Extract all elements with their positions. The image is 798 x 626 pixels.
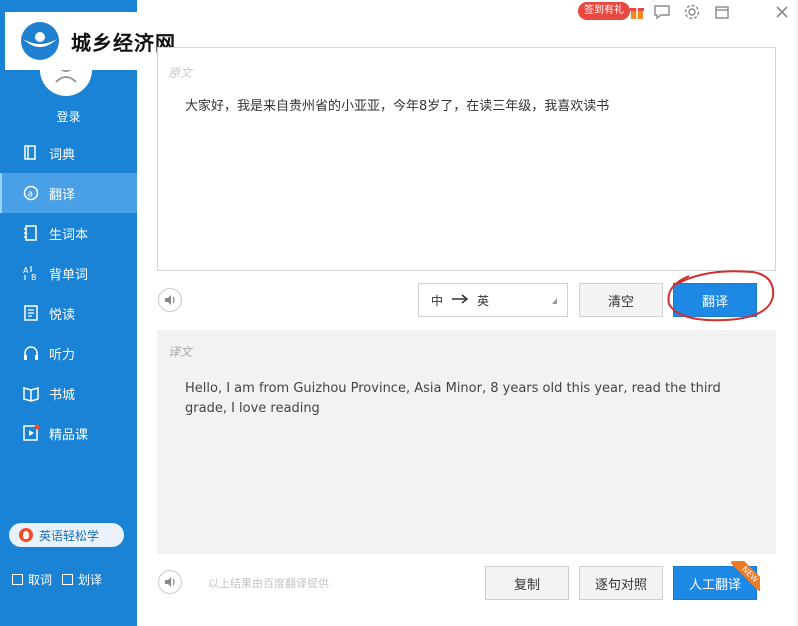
reading-icon: [22, 304, 40, 322]
translation-result-text[interactable]: Hello, I am from Guizhou Province, Asia …: [185, 379, 745, 419]
sidebar-item-label: 生词本: [49, 227, 89, 243]
source-speaker-button[interactable]: [158, 288, 182, 312]
close-icon[interactable]: [773, 3, 791, 21]
option-label: 划译: [78, 573, 103, 587]
option-select-translate[interactable]: 划译: [62, 571, 102, 588]
feedback-icon[interactable]: [653, 3, 671, 21]
sidebar-item-label: 悦读: [49, 307, 76, 323]
easy-learn-label: 英语轻松学: [39, 528, 100, 543]
option-label: 取词: [28, 573, 53, 587]
speaker-icon: [165, 577, 175, 587]
select-translate-checkbox[interactable]: [62, 574, 74, 585]
sidebar-item-bookstore[interactable]: 书城: [0, 373, 137, 413]
translation-credit: 以上结果由百度翻译提供: [208, 577, 329, 590]
sidebar-item-dictionary[interactable]: 词典: [0, 133, 137, 173]
language-direction-select[interactable]: 中 英: [418, 283, 568, 317]
source-text-panel[interactable]: 原文 大家好，我是来自贵州省的小亚亚，今年8岁了，在读三年级，我喜欢读书: [157, 47, 776, 271]
sidebar-item-label: 精品课: [49, 427, 89, 443]
gift-icon[interactable]: [628, 3, 646, 21]
signin-reward-button[interactable]: 签到有礼: [578, 2, 630, 20]
book-icon: [22, 144, 40, 162]
capture-options: 取词 划译: [12, 571, 137, 588]
svg-text:B: B: [31, 273, 37, 282]
clear-button[interactable]: 清空: [579, 283, 663, 317]
svg-text:a: a: [28, 190, 34, 200]
option-word-capture[interactable]: 取词: [12, 571, 52, 588]
sidebar-item-label: 听力: [49, 347, 76, 363]
result-label: 译文: [168, 345, 193, 359]
result-speaker-button[interactable]: [158, 570, 182, 594]
lang-from: 中: [431, 293, 444, 308]
sidebar-item-label: 书城: [49, 387, 76, 403]
sidebar-item-label: 词典: [49, 147, 76, 163]
svg-text:A: A: [23, 266, 29, 275]
sidebar-item-label: 背单词: [49, 267, 89, 283]
source-text[interactable]: 大家好，我是来自贵州省的小亚亚，今年8岁了，在读三年级，我喜欢读书: [185, 95, 609, 114]
translate-icon: a: [22, 184, 40, 202]
sidebar-item-label: 翻译: [49, 187, 76, 203]
lang-to: 英: [477, 293, 490, 308]
dropdown-caret-icon: [552, 298, 557, 304]
sidebar: 登录 词典 a 翻译 生词本 AB 背单词 悦读 听力 书城 精品课 英语轻松学…: [0, 0, 137, 626]
sidebar-item-courses[interactable]: 精品课: [0, 413, 137, 453]
easy-learn-button[interactable]: 英语轻松学: [9, 523, 124, 547]
sidebar-nav: 词典 a 翻译 生词本 AB 背单词 悦读 听力 书城 精品课: [0, 133, 137, 453]
copy-button[interactable]: 复制: [485, 566, 569, 600]
sidebar-item-translate[interactable]: a 翻译: [0, 173, 137, 213]
flashcard-icon: AB: [22, 264, 40, 282]
arrow-right-icon: [451, 293, 469, 307]
restore-icon[interactable]: [713, 3, 731, 21]
fire-icon: [19, 528, 33, 542]
sidebar-item-memorize[interactable]: AB 背单词: [0, 253, 137, 293]
word-capture-checkbox[interactable]: [12, 574, 23, 585]
headphones-icon: [22, 344, 40, 362]
source-label: 原文: [168, 66, 193, 80]
bookstore-icon: [22, 384, 40, 402]
settings-icon[interactable]: [683, 3, 701, 21]
video-course-icon: [22, 424, 40, 442]
sidebar-item-reading[interactable]: 悦读: [0, 293, 137, 333]
translate-button[interactable]: 翻译: [673, 283, 757, 317]
speaker-icon: [165, 295, 175, 305]
translation-result-panel: 译文 Hello, I am from Guizhou Province, As…: [157, 330, 776, 554]
human-translation-button[interactable]: 人工翻译: [673, 566, 757, 600]
sidebar-item-wordbook[interactable]: 生词本: [0, 213, 137, 253]
notebook-icon: [22, 224, 40, 242]
sidebar-item-listening[interactable]: 听力: [0, 333, 137, 373]
sentence-compare-button[interactable]: 逐句对照: [579, 566, 663, 600]
logo-mark-icon: [21, 22, 59, 60]
login-link[interactable]: 登录: [0, 108, 137, 125]
